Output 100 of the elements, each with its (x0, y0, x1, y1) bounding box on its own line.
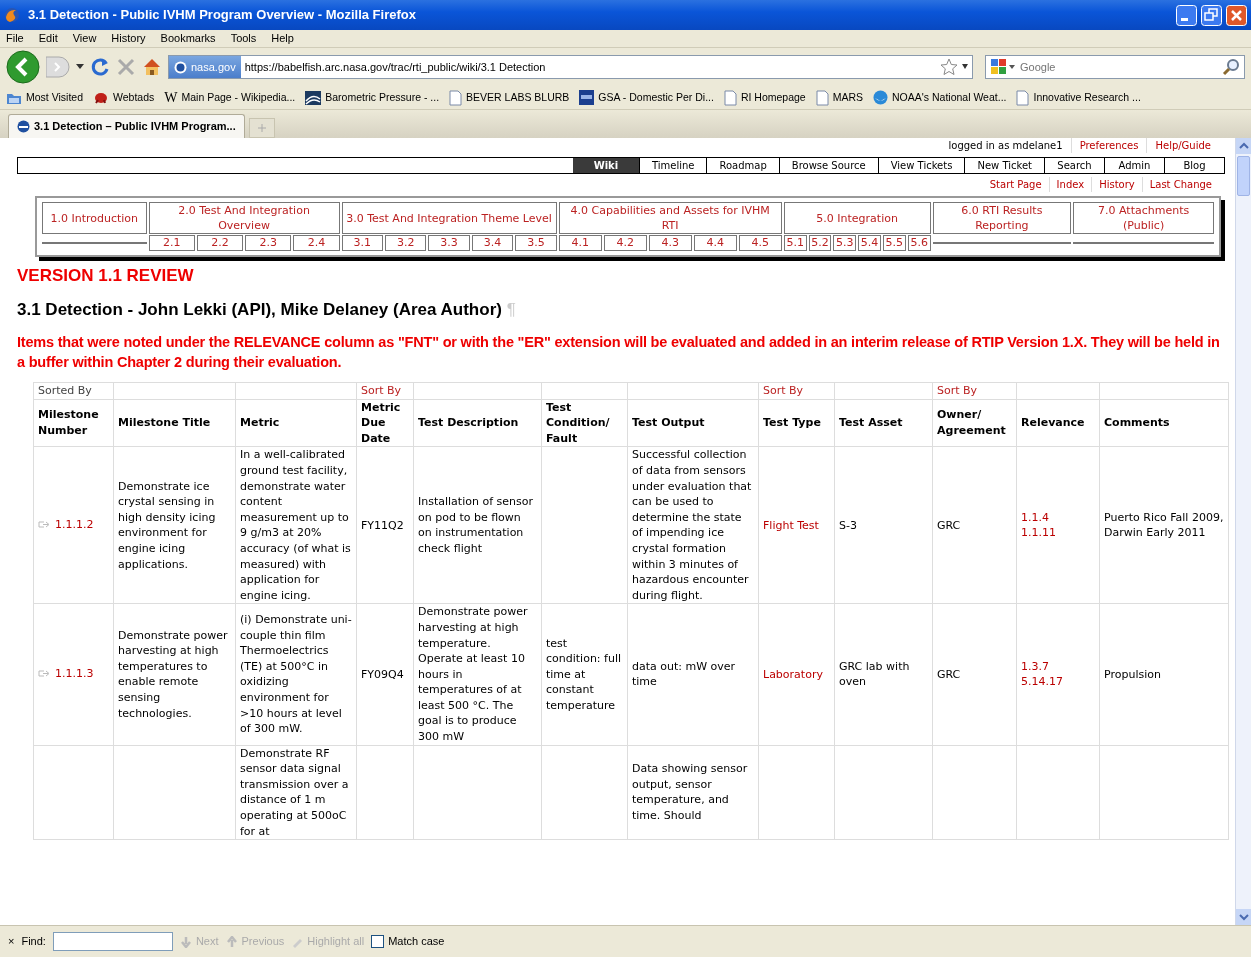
chapter-link[interactable]: 4.0 Capabilities and Assets for IVHM RTI (558, 202, 782, 234)
scroll-down-icon[interactable] (1236, 909, 1251, 925)
context-link[interactable]: Last Change (1141, 177, 1219, 192)
section-link[interactable]: 3.1 (341, 235, 383, 251)
section-link[interactable]: 5.2 (808, 235, 832, 251)
chapter-link[interactable]: 5.0 Integration (783, 202, 931, 234)
menu-item[interactable]: History (111, 30, 146, 47)
restore-icon[interactable] (1201, 4, 1222, 26)
menu-item[interactable]: View (72, 30, 97, 47)
section-link[interactable]: 4.2 (603, 235, 647, 251)
section-link[interactable]: 2.3 (245, 235, 292, 251)
scrollbar-thumb[interactable] (1237, 156, 1250, 196)
close-icon[interactable] (1226, 4, 1247, 26)
section-link[interactable]: 3.2 (384, 235, 427, 251)
context-link[interactable]: Index (1048, 177, 1092, 192)
bookmark[interactable]: Webtads (93, 89, 155, 106)
minimize-icon[interactable] (1176, 4, 1197, 26)
column-header[interactable]: Test Description (413, 399, 542, 447)
reload-icon[interactable] (90, 57, 110, 77)
chapter-link[interactable]: 2.0 Test And Integration Overview (148, 202, 340, 234)
section-link[interactable]: 3.5 (515, 235, 557, 251)
column-header[interactable]: Milestone Title (113, 399, 236, 447)
scrollbar[interactable] (1235, 138, 1251, 925)
window-title: 3.1 Detection - Public IVHM Program Overview - Mozilla Firefox (28, 6, 417, 25)
browser-tab[interactable]: 3.1 Detection – Public IVHM Program... (8, 114, 245, 138)
menu-item[interactable]: Help (271, 30, 294, 47)
search-engine-icon[interactable] (990, 58, 1016, 76)
context-link[interactable]: Start Page (982, 177, 1049, 192)
column-header[interactable]: Owner/ Agreement (932, 399, 1017, 447)
notice-text: Items that were noted under the RELEVANCE column as "FNT" or with the "ER" extension will be evaluated and added in an interim release of RTIP Version 1.X. They will be held in a buffer within Chapter 2 during their evaluation. (17, 333, 1221, 372)
column-header[interactable]: Metric Due Date (356, 399, 414, 447)
relevance-link[interactable]: 1.1.4 (1021, 510, 1049, 524)
bookmark[interactable]: Barometric Pressure - ... (305, 89, 440, 106)
url-text: https://babelfish.arc.nasa.gov/trac/rti_public/wiki/3.1 Detection (244, 59, 547, 75)
column-header[interactable]: Test Output (627, 399, 759, 447)
menu-item[interactable]: Bookmarks (160, 30, 216, 47)
search-field[interactable]: Google (985, 55, 1245, 79)
column-header[interactable]: Test Condition/ Fault (541, 399, 628, 447)
section-link[interactable]: 5.6 (907, 235, 931, 251)
table-cell: Puerto Rico Fall 2009, Darwin Early 2011 (1099, 446, 1229, 604)
menu-item[interactable]: File (6, 30, 24, 47)
header-link[interactable]: Preferences (1070, 138, 1147, 153)
column-header[interactable]: Test Asset (834, 399, 933, 447)
bookmark[interactable]: Most Visited (6, 89, 83, 106)
nav-tab[interactable]: Wiki (572, 158, 639, 173)
milestone-link[interactable]: 1.1.1.2 (55, 516, 94, 533)
home-icon[interactable] (142, 57, 162, 77)
bookmark[interactable]: W Main Page - Wikipedia... (164, 87, 296, 108)
section-link[interactable]: 2.2 (196, 235, 244, 251)
context-link[interactable]: History (1091, 177, 1142, 192)
chapter-link[interactable]: 1.0 Introduction (42, 202, 147, 234)
bookmark[interactable]: RI Homepage (723, 89, 806, 106)
bookmark[interactable]: MARS (815, 89, 864, 106)
section-link[interactable]: 3.3 (428, 235, 470, 251)
relevance-link[interactable]: 1.1.11 (1021, 526, 1056, 540)
chapter-link[interactable]: 6.0 RTI Results Reporting (932, 202, 1072, 234)
test-type-link[interactable]: Flight Test (763, 518, 819, 532)
bookmark[interactable]: NOAA's National Weat... (873, 89, 1007, 106)
milestone-link[interactable]: 1.1.1.3 (55, 666, 94, 682)
checkbox-label[interactable]: Match case (388, 933, 445, 950)
chapter-link[interactable]: 3.0 Test And Integration Theme Level (341, 202, 557, 234)
section-link[interactable]: 4.3 (648, 235, 692, 251)
section-link[interactable]: 2.1 (148, 235, 195, 251)
link-arrow-icon (38, 520, 51, 530)
section-link[interactable]: 5.4 (858, 235, 881, 251)
bookmark[interactable]: GSA - Domestic Per Di... (579, 89, 714, 106)
section-link[interactable]: 2.4 (293, 235, 340, 251)
address-field[interactable]: nasa.gov https://babelfish.arc.nasa.gov/trac/rti_public/wiki/3.1 Detection (168, 55, 973, 79)
section-link[interactable]: 4.5 (738, 235, 782, 251)
relevance-link[interactable]: 5.14.17 (1021, 675, 1063, 689)
test-type-link[interactable]: Laboratory (763, 667, 823, 681)
star-icon[interactable] (940, 58, 958, 76)
relevance-link[interactable]: 1.3.7 (1021, 659, 1049, 673)
header-link[interactable]: Help/Guide (1146, 138, 1219, 153)
column-header[interactable]: Relevance (1016, 399, 1100, 447)
menu-item[interactable]: Edit (38, 30, 58, 47)
section-link[interactable]: 3.4 (471, 235, 514, 251)
column-header[interactable]: Metric (235, 399, 357, 447)
checkbox[interactable] (371, 935, 385, 948)
globe-icon (174, 60, 187, 74)
search-icon[interactable] (1222, 58, 1240, 76)
column-header[interactable]: Test Type (758, 399, 835, 447)
table-cell: Demonstrate power harvesting at high temperatures to enable remote sensing technologies. (113, 603, 236, 746)
chapter-link[interactable]: 7.0 Attachments (Public) (1073, 202, 1214, 234)
scroll-up-icon[interactable] (1236, 138, 1251, 154)
back-icon[interactable] (6, 50, 40, 84)
close-find-button[interactable]: × (8, 933, 15, 950)
column-header[interactable]: Comments (1099, 399, 1229, 447)
bookmark[interactable]: Innovative Research ... (1016, 89, 1141, 106)
find-field[interactable] (52, 932, 173, 951)
bookmark[interactable]: BEVER LABS BLURB (449, 89, 570, 106)
dropdown-icon[interactable] (76, 64, 84, 70)
section-link[interactable]: 4.4 (693, 235, 737, 251)
section-link[interactable]: 5.1 (783, 235, 807, 251)
section-link[interactable]: 5.5 (882, 235, 906, 251)
section-link[interactable]: 4.1 (558, 235, 602, 251)
column-header[interactable]: Milestone Number (33, 399, 114, 447)
table-cell: (i) Demonstrate uni-couple thin film Thermoelectrics (TE) at 500°C in oxidizing environment for >10 hours at level of 300 mW. (235, 603, 357, 746)
menu-item[interactable]: Tools (230, 30, 257, 47)
section-link[interactable]: 5.3 (833, 235, 857, 251)
